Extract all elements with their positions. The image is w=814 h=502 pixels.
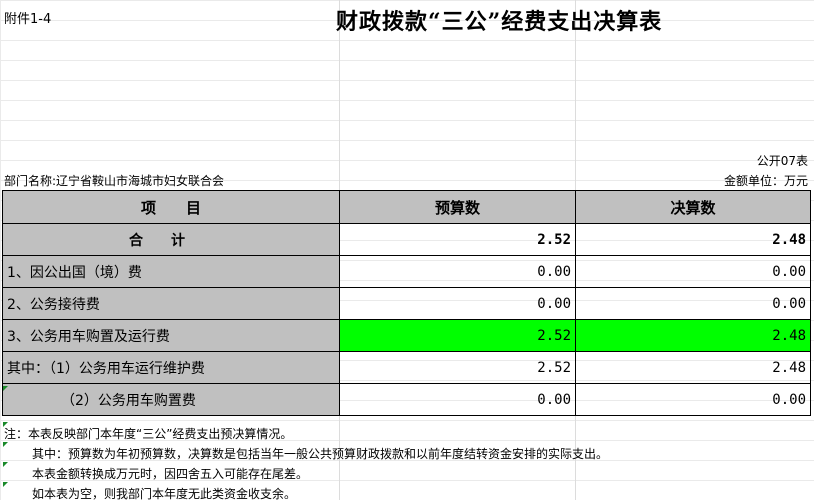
total-label[interactable]: 合计 — [2, 223, 340, 256]
table-row-total: 合计 2.52 2.48 — [2, 223, 811, 256]
table-code: 公开07表 — [756, 154, 808, 168]
final-cell[interactable]: 0.00 — [575, 383, 811, 416]
row-label[interactable]: 3、公务用车购置及运行费 — [2, 319, 340, 352]
budget-cell[interactable]: 0.00 — [339, 255, 576, 288]
table-row: 1、因公出国（境）费 0.00 0.00 — [2, 255, 811, 288]
total-budget-cell[interactable]: 2.52 — [339, 223, 576, 256]
cell-comment-marker — [3, 462, 8, 467]
row-label[interactable]: 1、因公出国（境）费 — [2, 255, 340, 288]
table-row: （2）公务用车购置费 0.00 0.00 — [2, 383, 811, 416]
budget-cell-highlighted[interactable]: 2.52 — [339, 319, 576, 352]
final-cell-highlighted[interactable]: 2.48 — [575, 319, 811, 352]
note-line: 其中：预算数为年初预算数，决算数是包括当年一般公共预算财政拨款和以前年度结转资金… — [32, 447, 609, 461]
table-header-row: 项 目 预算数 决算数 — [2, 190, 811, 224]
column-header-item[interactable]: 项 目 — [2, 190, 340, 224]
cell-comment-marker — [3, 482, 8, 487]
table-row: 2、公务接待费 0.00 0.00 — [2, 287, 811, 320]
budget-cell[interactable]: 2.52 — [339, 351, 576, 384]
column-header-budget[interactable]: 预算数 — [339, 190, 576, 224]
note-line: 注：本表反映部门本年度“三公”经费支出预决算情况。 — [4, 427, 293, 441]
cell-comment-marker — [3, 442, 8, 447]
attachment-label: 附件1-4 — [4, 12, 52, 27]
column-header-final[interactable]: 决算数 — [575, 190, 811, 224]
amount-unit: 金额单位：万元 — [723, 174, 808, 188]
expenditure-table: 项 目 预算数 决算数 合计 2.52 2.48 1、因公出国（境）费 0.00… — [2, 190, 811, 416]
budget-cell[interactable]: 0.00 — [339, 383, 576, 416]
cell-comment-marker — [3, 386, 8, 391]
final-cell[interactable]: 0.00 — [575, 287, 811, 320]
row-label[interactable]: （2）公务用车购置费 — [2, 383, 340, 416]
note-line: 本表金额转换成万元时，因四舍五入可能存在尾差。 — [32, 467, 309, 481]
budget-cell[interactable]: 0.00 — [339, 287, 576, 320]
total-final-cell[interactable]: 2.48 — [575, 223, 811, 256]
row-label[interactable]: 其中：（1）公务用车运行维护费 — [2, 351, 340, 384]
row-label[interactable]: 2、公务接待费 — [2, 287, 340, 320]
department-name: 部门名称:辽宁省鞍山市海城市妇女联合会 — [4, 174, 225, 188]
page-title: 财政拨款“三公”经费支出决算表 — [336, 9, 663, 35]
table-row: 3、公务用车购置及运行费 2.52 2.48 — [2, 319, 811, 352]
table-row: 其中：（1）公务用车运行维护费 2.52 2.48 — [2, 351, 811, 384]
final-cell[interactable]: 0.00 — [575, 255, 811, 288]
cell-comment-marker — [3, 422, 8, 427]
note-line: 如本表为空，则我部门本年度无此类资金收支余。 — [32, 487, 297, 501]
final-cell[interactable]: 2.48 — [575, 351, 811, 384]
